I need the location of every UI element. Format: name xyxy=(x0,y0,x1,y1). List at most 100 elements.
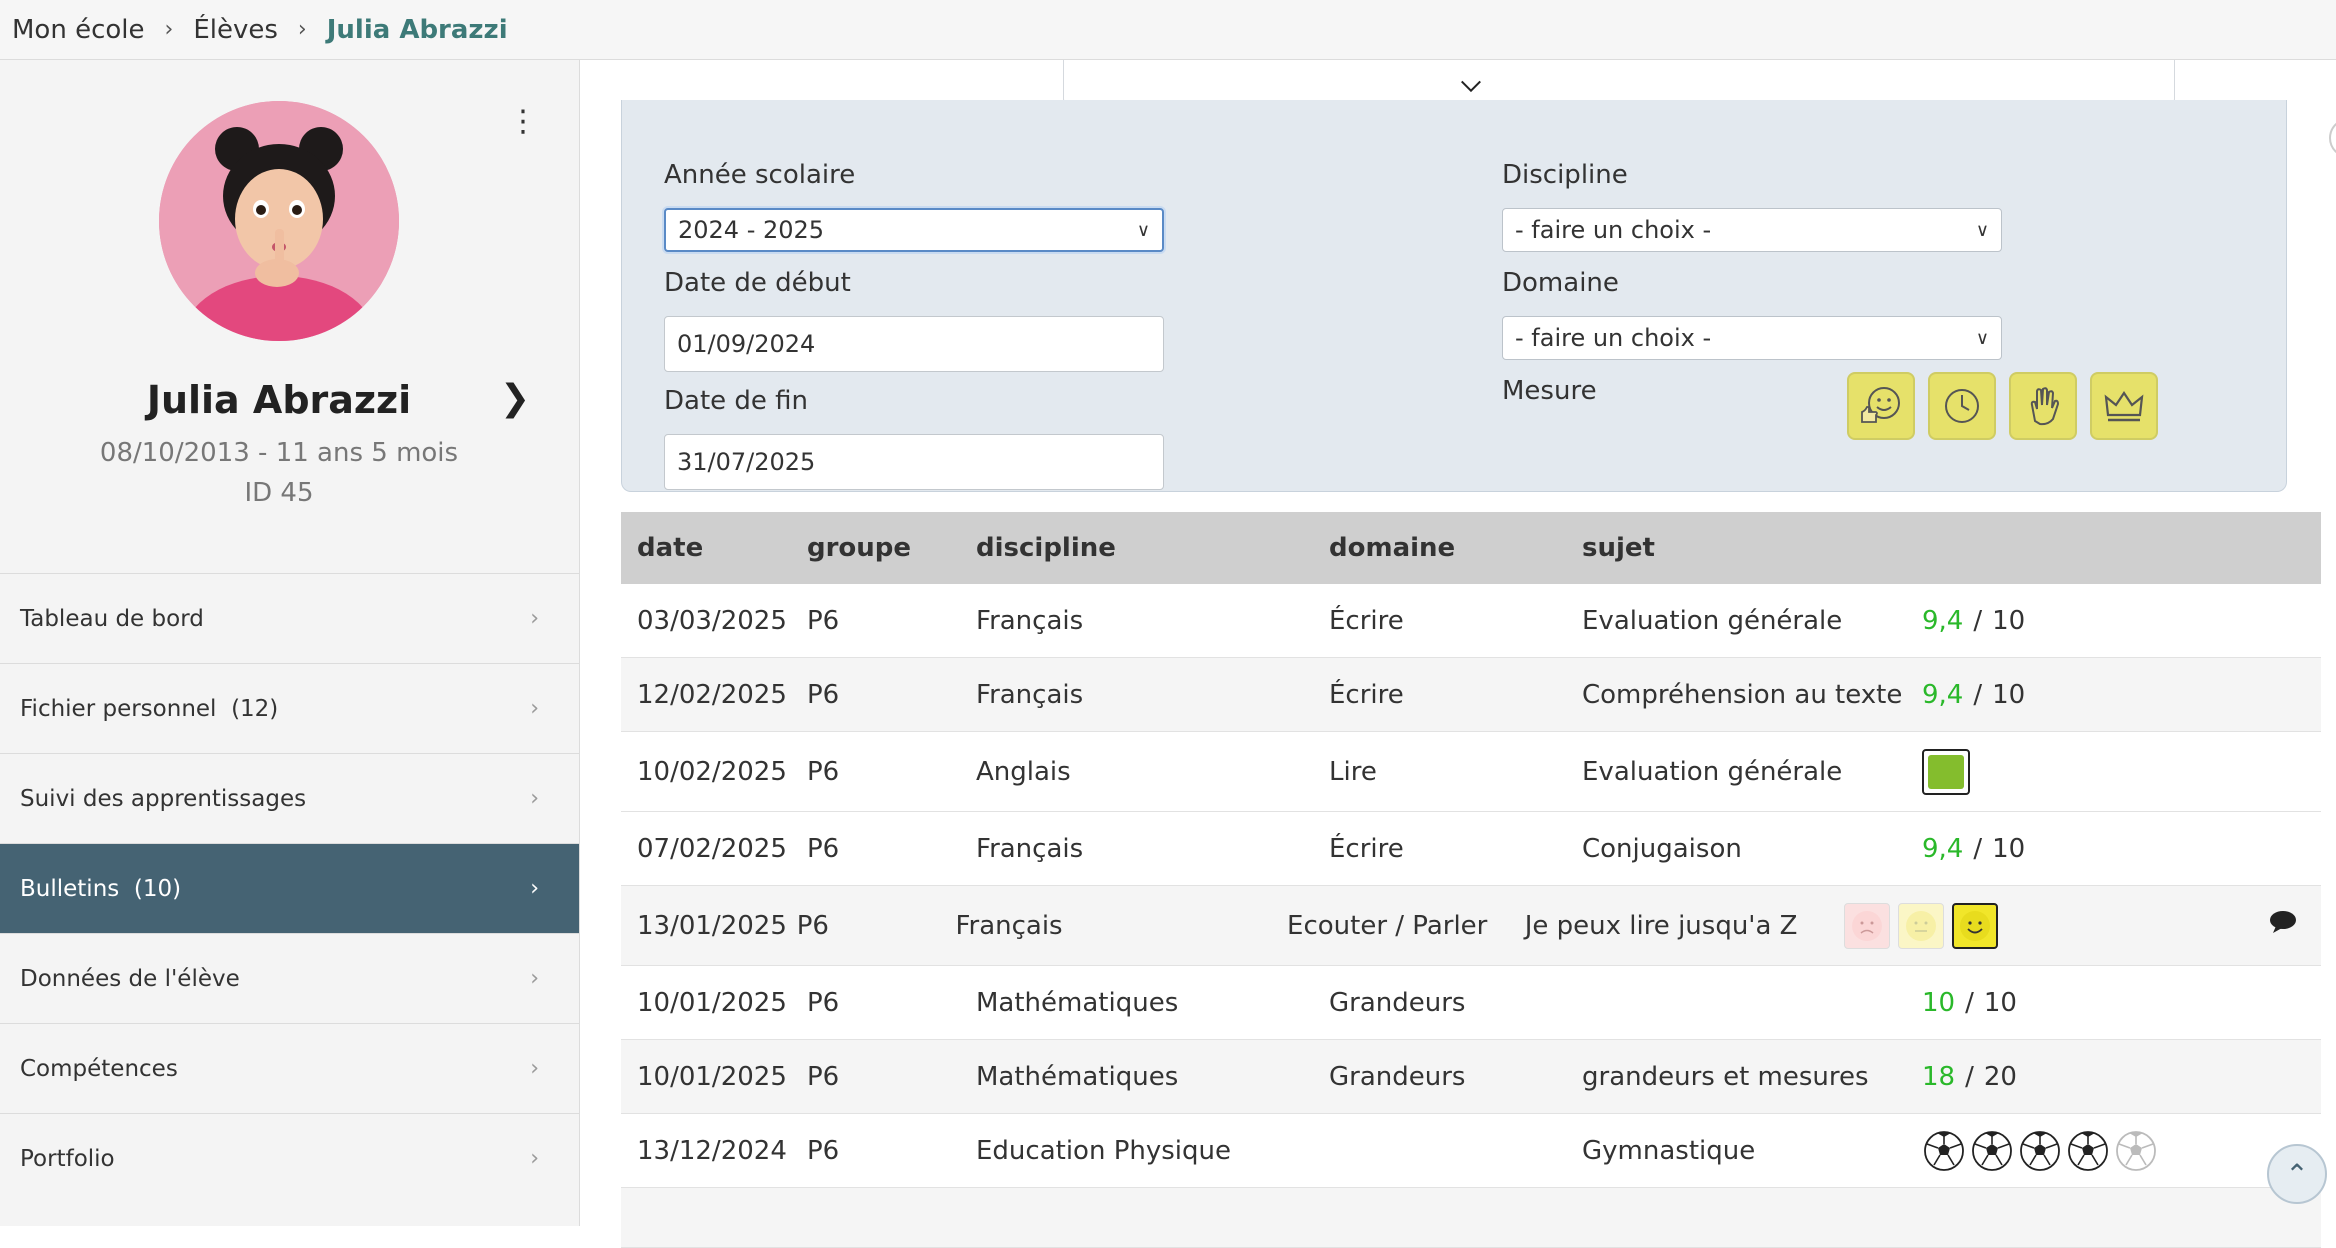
result-score: 10 xyxy=(1922,987,1956,1018)
table-row[interactable] xyxy=(621,1188,2321,1248)
sidebar-item-label: Données de l'élève xyxy=(20,965,240,992)
result-score: 9,4 xyxy=(1922,679,1964,710)
sidebar-item-label: Compétences xyxy=(20,1055,178,1082)
end-date-label: Date de fin xyxy=(664,386,809,416)
sidebar-item-portfolio[interactable]: Portfolio › xyxy=(0,1113,579,1203)
clock-icon xyxy=(1945,389,1979,423)
table-row[interactable]: 10/02/2025 P6 Anglais Lire Evaluation gé… xyxy=(621,732,2321,812)
avatar xyxy=(159,101,399,341)
cell-result xyxy=(1922,748,2222,795)
table-row[interactable]: 10/01/2025 P6 Mathématiques Grandeurs gr… xyxy=(621,1040,2321,1114)
cell-group: P6 xyxy=(807,1061,840,1092)
result-score: 9,4 xyxy=(1922,605,1964,636)
scroll-to-top-button[interactable]: ⌃ xyxy=(2267,1144,2327,1204)
measure-hand-button[interactable] xyxy=(2009,372,2077,440)
sidebar-item-label: Tableau de bord xyxy=(20,605,204,632)
cell-date: 10/01/2025 xyxy=(637,1061,787,1092)
chevron-right-icon: › xyxy=(530,606,539,631)
domain-select[interactable]: - faire un choix - ∨ xyxy=(1502,316,2002,360)
cell-discipline: Anglais xyxy=(976,756,1071,787)
collapse-filters-icon[interactable]: ⌵ xyxy=(1451,68,1491,98)
start-date-label: Date de début xyxy=(664,268,851,298)
header-domain[interactable]: domaine xyxy=(1329,533,1582,563)
header-subject[interactable]: sujet xyxy=(1582,533,1922,563)
cell-discipline: Education Physique xyxy=(976,1135,1231,1166)
sidebar-menu: Tableau de bord › Fichier personnel (12)… xyxy=(0,573,579,1203)
main-panel: Année scolaire 2024 - 2025 ∨ Date de déb… xyxy=(581,60,2336,1248)
sidebar-item-report-cards[interactable]: Bulletins (10) › xyxy=(0,843,579,933)
results-table: date groupe discipline domaine sujet 03/… xyxy=(621,512,2321,1248)
measure-clock-button[interactable] xyxy=(1928,372,1996,440)
cell-date: 10/01/2025 xyxy=(637,987,787,1018)
cell-group: P6 xyxy=(807,1135,840,1166)
measure-crown-button[interactable] xyxy=(2090,372,2158,440)
soccer-ball-icon xyxy=(1972,1130,2012,1171)
result-max: 20 xyxy=(1983,1061,2017,1092)
chevron-right-icon: › xyxy=(530,786,539,811)
soccer-ball-icon xyxy=(2020,1130,2060,1171)
more-options-icon[interactable]: ⋮ xyxy=(508,104,538,140)
chevron-right-icon: › xyxy=(164,17,174,42)
breadcrumb: Mon école › Élèves › Julia Abrazzi xyxy=(0,0,2336,60)
measure-label: Mesure xyxy=(1502,376,1597,406)
breadcrumb-students[interactable]: Élèves xyxy=(193,15,278,45)
sidebar-item-personal-file[interactable]: Fichier personnel (12) › xyxy=(0,663,579,753)
thumbs-smiley-icon xyxy=(1861,387,1900,423)
cell-group: P6 xyxy=(807,833,840,864)
sidebar-item-student-data[interactable]: Données de l'élève › xyxy=(0,933,579,1023)
table-row[interactable]: 13/12/2024 P6 Education Physique Gymnast… xyxy=(621,1114,2321,1188)
cell-subject: Conjugaison xyxy=(1582,833,1742,864)
cell-subject: Compréhension au texte xyxy=(1582,679,1903,710)
cell-group: P6 xyxy=(807,987,840,1018)
year-select[interactable]: 2024 - 2025 ∨ xyxy=(664,208,1164,252)
cell-result xyxy=(1844,902,2126,949)
end-date-input[interactable]: 31/07/2025 xyxy=(664,434,1164,490)
sidebar-item-skills[interactable]: Compétences › xyxy=(0,1023,579,1113)
header-discipline[interactable]: discipline xyxy=(976,533,1329,563)
student-birthdate: 08/10/2013 - 11 ans 5 mois xyxy=(99,438,459,468)
sidebar-item-label: Bulletins (10) xyxy=(20,875,182,902)
table-row[interactable]: 10/01/2025 P6 Mathématiques Grandeurs 10… xyxy=(621,966,2321,1040)
discipline-select[interactable]: - faire un choix - ∨ xyxy=(1502,208,2002,252)
cell-result xyxy=(1922,1129,2222,1173)
measure-thumbs-button[interactable] xyxy=(1847,372,1915,440)
table-row[interactable]: 12/02/2025 P6 Français Écrire Compréhens… xyxy=(621,658,2321,732)
header-group[interactable]: groupe xyxy=(807,533,976,563)
chevron-down-icon: ∨ xyxy=(1975,327,1989,349)
cell-subject: Gymnastique xyxy=(1582,1135,1756,1166)
speech-bubble-icon[interactable] xyxy=(2246,909,2321,942)
table-header: date groupe discipline domaine sujet xyxy=(621,512,2321,584)
cell-group: P6 xyxy=(807,605,840,636)
breadcrumb-home[interactable]: Mon école xyxy=(12,15,145,45)
side-handle[interactable] xyxy=(2329,118,2336,158)
result-max: 10 xyxy=(1992,679,2026,710)
sidebar-item-learning-tracking[interactable]: Suivi des apprentissages › xyxy=(0,753,579,843)
avatar-image xyxy=(159,101,399,341)
crown-icon xyxy=(2104,391,2144,422)
sidebar-item-label: Fichier personnel (12) xyxy=(20,695,279,722)
cell-result: 9,4/10 xyxy=(1922,605,2026,636)
cell-group: P6 xyxy=(807,679,840,710)
chevron-right-icon[interactable]: ❯ xyxy=(500,378,530,419)
filter-panel: Année scolaire 2024 - 2025 ∨ Date de déb… xyxy=(621,100,2287,492)
table-row[interactable]: 03/03/2025 P6 Français Écrire Evaluation… xyxy=(621,584,2321,658)
chevron-down-icon: ∨ xyxy=(1136,219,1150,241)
cell-group: P6 xyxy=(807,756,840,787)
cell-domain: Écrire xyxy=(1329,833,1404,864)
result-score: 9,4 xyxy=(1922,833,1964,864)
start-date-input[interactable]: 01/09/2024 xyxy=(664,316,1164,372)
cell-subject: Je peux lire jusqu'a Z xyxy=(1524,910,1798,941)
sidebar-item-label: Suivi des apprentissages xyxy=(20,785,307,812)
header-date[interactable]: date xyxy=(621,533,807,563)
happy-face-icon xyxy=(1952,902,1999,949)
table-row[interactable]: 07/02/2025 P6 Français Écrire Conjugaiso… xyxy=(621,812,2321,886)
cell-date: 13/12/2024 xyxy=(637,1135,787,1166)
sidebar-item-dashboard[interactable]: Tableau de bord › xyxy=(0,573,579,663)
cell-date: 07/02/2025 xyxy=(637,833,787,864)
cell-discipline: Français xyxy=(976,605,1084,636)
result-score: 18 xyxy=(1922,1061,1956,1092)
table-row[interactable]: 13/01/2025 P6 Français Ecouter / Parler … xyxy=(621,886,2321,966)
cell-result: 9,4/10 xyxy=(1922,679,2026,710)
sad-face-icon xyxy=(1844,902,1891,949)
cell-subject: Evaluation générale xyxy=(1582,605,1843,636)
